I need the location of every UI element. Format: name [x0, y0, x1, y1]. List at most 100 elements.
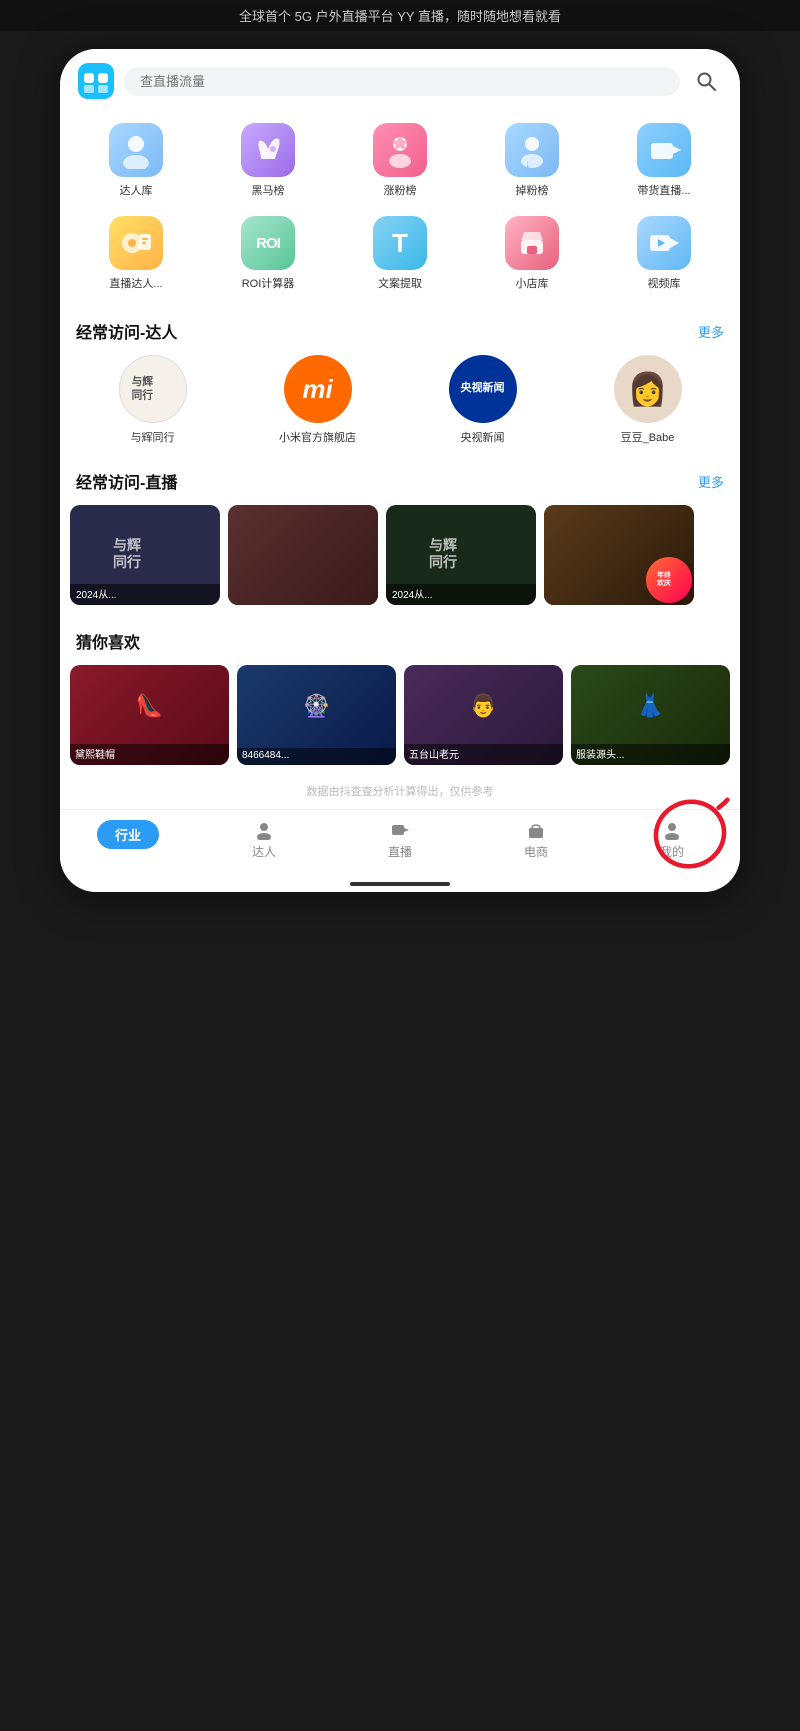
roi-label: ROI计算器	[242, 275, 295, 291]
guess-label-2: 8466484...	[237, 748, 396, 765]
daren-label: 达人库	[120, 182, 153, 198]
talent-cctv[interactable]: 央视新闻 央视新闻	[410, 355, 555, 445]
search-icon[interactable]	[690, 65, 722, 97]
tool-xiaodian[interactable]: 小店库	[466, 210, 598, 297]
talent-xiaomi-name: 小米官方旗舰店	[279, 429, 356, 445]
talent-yuhui-avatar: 与辉 同行	[119, 355, 187, 423]
nav-talent-label: 达人	[252, 843, 276, 860]
daren-icon	[109, 123, 163, 177]
guess-item-2[interactable]: 🎡 8466484...	[237, 665, 396, 765]
tool-daihuo[interactable]: 带货直播...	[598, 117, 730, 204]
footer-note: 数据由抖查查分析计算得出，仅供参考	[60, 775, 740, 809]
top-banner: 全球首个 5G 户外直播平台 YY 直播，随时随地想看就看	[0, 0, 800, 31]
svg-text:与辉: 与辉	[429, 537, 457, 553]
xiaodian-label: 小店库	[516, 275, 549, 291]
nav-mine-label: 我的	[660, 843, 684, 860]
xiaodian-icon	[505, 216, 559, 270]
video-label: 视频库	[648, 275, 681, 291]
tool-roi[interactable]: ROI ROI计算器	[202, 210, 334, 297]
nav-talent[interactable]: 达人	[196, 820, 332, 860]
svg-text:同行: 同行	[113, 554, 141, 570]
daihuo-label: 带货直播...	[637, 182, 690, 198]
frequent-talent-header: 经常访问-达人 更多	[60, 309, 740, 351]
roi-icon: ROI	[241, 216, 295, 270]
tool-daren[interactable]: 达人库	[70, 117, 202, 204]
stream-item-3[interactable]: 与辉 同行 2024从...	[386, 505, 536, 605]
talent-xiaomi-avatar: mi	[284, 355, 352, 423]
diao-label: 掉粉榜	[516, 182, 549, 198]
talent-row: 与辉 同行 与辉同行 mi 小米官方旗舰店 央视新闻 央视新闻 👩 豆豆_Bab…	[60, 351, 740, 459]
svg-text:与辉: 与辉	[131, 375, 153, 388]
heima-icon	[241, 123, 295, 177]
tool-zbdaren[interactable]: 直播达人...	[70, 210, 202, 297]
stream-badge: 年终 欢庆	[646, 557, 692, 603]
guess-label-1: 黛熙鞋帽	[70, 744, 229, 765]
frequent-talent-more[interactable]: 更多	[698, 322, 724, 341]
talent-xiaomi[interactable]: mi 小米官方旗舰店	[245, 355, 390, 445]
home-bar	[350, 882, 450, 886]
guess-row: 👠 黛熙鞋帽 🎡 8466484... 👨 五台山老元 👗 服装源头...	[60, 661, 740, 775]
svg-text:同行: 同行	[131, 389, 153, 402]
nav-ecommerce-label: 电商	[524, 843, 548, 860]
guess-like-header: 猜你喜欢	[60, 619, 740, 661]
wanan-icon: T	[373, 216, 427, 270]
nav-mine[interactable]: 我的	[604, 820, 740, 860]
svg-text:年终: 年终	[657, 570, 672, 579]
nav-industry[interactable]: 行业	[60, 820, 196, 860]
svg-text:欢庆: 欢庆	[656, 578, 671, 587]
zbdaren-label: 直播达人...	[109, 275, 162, 291]
stream-item-4[interactable]: 年货节 年终 欢庆	[544, 505, 694, 605]
svg-text:↓: ↓	[525, 159, 530, 169]
tool-video[interactable]: 视频库	[598, 210, 730, 297]
stream-row: 与辉 同行 2024从... 陈三废g... 与辉 同行 2024从... 年货…	[60, 501, 740, 619]
svg-text:与辉: 与辉	[113, 537, 141, 553]
nav-mine-icon	[662, 820, 682, 840]
stream-item-2[interactable]: 陈三废g...	[228, 505, 378, 605]
frequent-talent-title: 经常访问-达人	[76, 319, 177, 343]
zhang-label: 涨粉榜	[384, 182, 417, 198]
zbdaren-icon	[109, 216, 163, 270]
tool-zhang[interactable]: 涨粉榜	[334, 117, 466, 204]
guess-item-1[interactable]: 👠 黛熙鞋帽	[70, 665, 229, 765]
nav-ecommerce-icon	[526, 820, 546, 840]
diao-icon: ↓	[505, 123, 559, 177]
nav-live[interactable]: 直播	[332, 820, 468, 860]
guess-item-3[interactable]: 👨 五台山老元	[404, 665, 563, 765]
talent-cctv-avatar: 央视新闻	[449, 355, 517, 423]
nav-live-label: 直播	[388, 843, 412, 860]
guess-item-4[interactable]: 👗 服装源头...	[571, 665, 730, 765]
wanan-label: 文案提取	[378, 275, 422, 291]
talent-doudou-name: 豆豆_Babe	[621, 429, 675, 445]
nav-live-icon	[390, 820, 410, 840]
talent-yuhui[interactable]: 与辉 同行 与辉同行	[80, 355, 225, 445]
frequent-live-more[interactable]: 更多	[698, 472, 724, 491]
tool-heima[interactable]: 黑马榜	[202, 117, 334, 204]
tool-grid: 达人库 黑马榜 涨粉榜	[60, 109, 740, 309]
phone-frame: 达人库 黑马榜 涨粉榜	[60, 49, 740, 892]
talent-doudou[interactable]: 👩 豆豆_Babe	[575, 355, 720, 445]
home-indicator	[60, 874, 740, 892]
nav-ecommerce[interactable]: 电商	[468, 820, 604, 860]
nav-industry-label: 行业	[97, 820, 159, 849]
svg-text:同行: 同行	[429, 554, 457, 570]
app-logo	[78, 63, 114, 99]
search-input[interactable]	[124, 67, 680, 96]
frequent-live-header: 经常访问-直播 更多	[60, 459, 740, 501]
guess-label-4: 服装源头...	[571, 744, 730, 765]
talent-yuhui-name: 与辉同行	[131, 429, 175, 445]
bottom-nav: 行业 达人 直播 电商	[60, 809, 740, 874]
heima-label: 黑马榜	[252, 182, 285, 198]
talent-doudou-avatar: 👩	[614, 355, 682, 423]
app-header	[60, 49, 740, 109]
nav-talent-icon	[254, 820, 274, 840]
video-icon	[637, 216, 691, 270]
frequent-live-title: 经常访问-直播	[76, 469, 177, 493]
daihuo-icon	[637, 123, 691, 177]
zhang-icon	[373, 123, 427, 177]
stream-item-1[interactable]: 与辉 同行 2024从...	[70, 505, 220, 605]
tool-wanan[interactable]: T 文案提取	[334, 210, 466, 297]
talent-cctv-name: 央视新闻	[461, 429, 505, 445]
guess-label-3: 五台山老元	[404, 744, 563, 765]
guess-like-title: 猜你喜欢	[76, 629, 140, 653]
tool-diao[interactable]: ↓ 掉粉榜	[466, 117, 598, 204]
